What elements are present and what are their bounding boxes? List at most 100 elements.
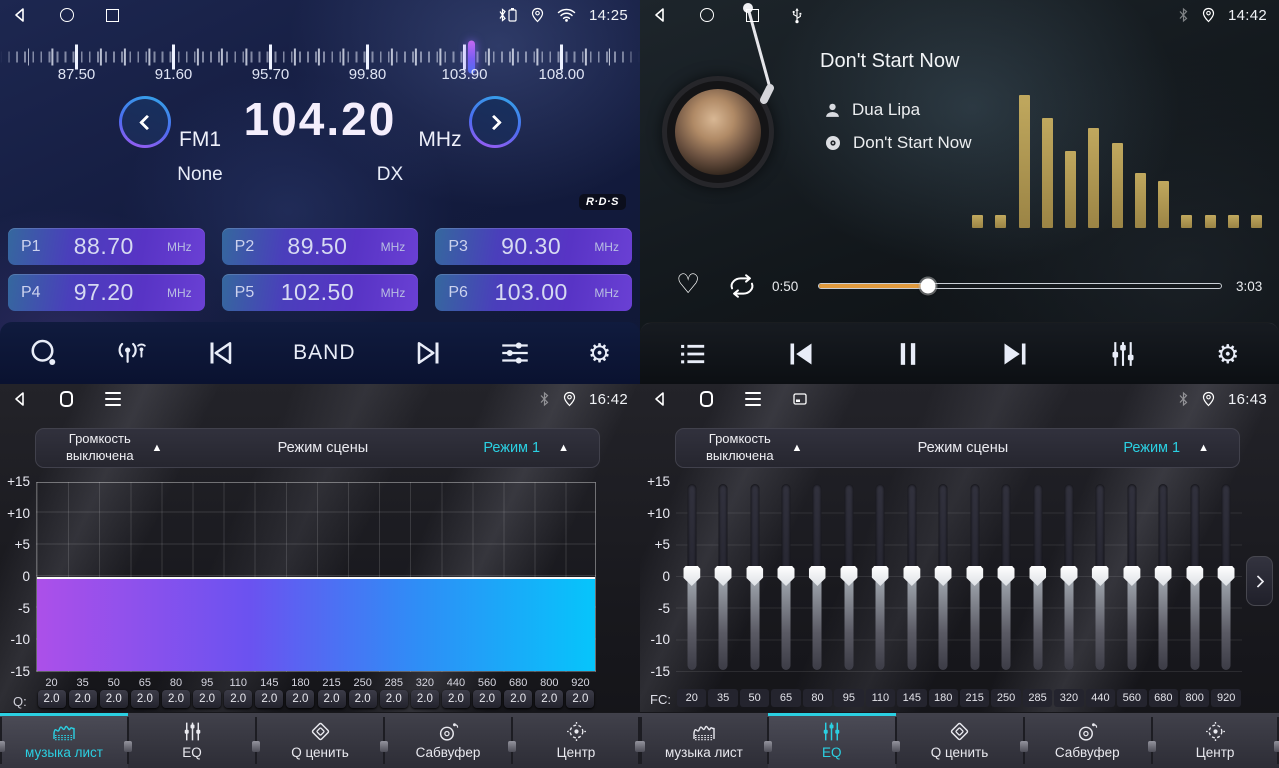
tune-up-button[interactable] [469, 96, 521, 148]
eq-band-slider[interactable] [928, 482, 959, 672]
preset-button[interactable]: P3 90.30 MHz [435, 228, 632, 265]
q-value-button[interactable]: 2.0 [286, 690, 314, 708]
preset-button[interactable]: P5 102.50 MHz [222, 274, 419, 311]
tab-q-value[interactable]: Q ценить [896, 713, 1024, 768]
tab-subwoofer[interactable]: Сабвуфер [1023, 713, 1151, 768]
volume-state-button[interactable]: Громкость выключена ▲ [60, 430, 168, 466]
q-value-button[interactable]: 2.0 [131, 690, 159, 708]
audio-settings-button[interactable] [496, 335, 534, 371]
favorite-button[interactable]: ♡ [670, 268, 706, 301]
eq-band-slider[interactable] [802, 482, 833, 672]
slider-handle[interactable] [998, 566, 1015, 586]
q-value-button[interactable]: 2.0 [566, 690, 594, 708]
eq-band-slider[interactable] [707, 482, 738, 672]
eq-band-slider[interactable] [959, 482, 990, 672]
slider-handle[interactable] [1218, 566, 1235, 586]
q-value-button[interactable]: 2.0 [100, 690, 128, 708]
tab-music-list[interactable]: музыка лист [640, 713, 768, 768]
preset-button[interactable]: P1 88.70 MHz [8, 228, 205, 265]
slider-handle[interactable] [966, 566, 983, 586]
home-button[interactable] [60, 8, 74, 22]
q-value-button[interactable]: 2.0 [411, 690, 439, 708]
slider-handle[interactable] [1123, 566, 1140, 586]
slider-handle[interactable] [935, 566, 952, 586]
home-button[interactable] [60, 391, 73, 407]
recents-button[interactable] [746, 9, 759, 22]
band-button[interactable]: BAND [289, 337, 359, 369]
slider-handle[interactable] [1029, 566, 1046, 586]
tab-center[interactable]: Центр [512, 713, 640, 768]
next-track-button[interactable] [996, 336, 1034, 372]
q-value-button[interactable]: 2.0 [504, 690, 532, 708]
menu-button[interactable] [105, 392, 121, 406]
q-value-button[interactable]: 2.0 [255, 690, 283, 708]
slider-handle[interactable] [903, 566, 920, 586]
preset-button[interactable]: P2 89.50 MHz [222, 228, 419, 265]
slider-handle[interactable] [840, 566, 857, 586]
slider-handle[interactable] [1060, 566, 1077, 586]
tab-subwoofer[interactable]: Сабвуфер [384, 713, 512, 768]
tab-q-value[interactable]: Q ценить [256, 713, 384, 768]
q-value-button[interactable]: 2.0 [442, 690, 470, 708]
scene-select-button[interactable]: Режим 1 ▲ [1117, 439, 1215, 457]
slider-handle[interactable] [715, 566, 732, 586]
repeat-button[interactable] [728, 274, 756, 301]
eq-band-slider[interactable] [896, 482, 927, 672]
eq-band-slider[interactable] [865, 482, 896, 672]
pause-button[interactable] [891, 336, 925, 372]
previous-track-button[interactable] [782, 336, 820, 372]
back-button[interactable] [12, 7, 28, 23]
back-button[interactable] [652, 391, 668, 407]
eq-band-slider[interactable] [1053, 482, 1084, 672]
eq-band-slider[interactable] [1179, 482, 1210, 672]
playlist-button[interactable] [675, 337, 711, 371]
eq-band-slider[interactable] [1116, 482, 1147, 672]
slider-handle[interactable] [1092, 566, 1109, 586]
q-value-button[interactable]: 2.0 [193, 690, 221, 708]
settings-button[interactable]: ⚙ [584, 336, 615, 370]
tab-eq[interactable]: EQ [128, 713, 256, 768]
q-value-button[interactable]: 2.0 [473, 690, 501, 708]
slider-handle[interactable] [683, 566, 700, 586]
q-value-button[interactable]: 2.0 [318, 690, 346, 708]
tab-music-list[interactable]: музыка лист [0, 713, 128, 768]
eq-band-slider[interactable] [739, 482, 770, 672]
progress-thumb[interactable] [920, 279, 935, 294]
slider-handle[interactable] [746, 566, 763, 586]
home-button[interactable] [700, 8, 714, 22]
slider-handle[interactable] [809, 566, 826, 586]
q-value-button[interactable]: 2.0 [349, 690, 377, 708]
tab-center[interactable]: Центр [1151, 713, 1279, 768]
broadcast-button[interactable] [112, 334, 152, 372]
eq-band-slider[interactable] [1085, 482, 1116, 672]
eq-band-slider[interactable] [1022, 482, 1053, 672]
slider-handle[interactable] [1155, 566, 1172, 586]
q-value-button[interactable]: 2.0 [69, 690, 97, 708]
preset-button[interactable]: P6 103.00 MHz [435, 274, 632, 311]
next-bands-button[interactable] [1246, 556, 1273, 606]
back-button[interactable] [652, 7, 668, 23]
tune-down-button[interactable] [119, 96, 171, 148]
equalizer-button[interactable] [1105, 336, 1141, 372]
q-value-button[interactable]: 2.0 [380, 690, 408, 708]
slider-handle[interactable] [1186, 566, 1203, 586]
settings-button[interactable]: ⚙ [1212, 337, 1243, 371]
previous-station-button[interactable] [202, 335, 240, 371]
q-value-button[interactable]: 2.0 [224, 690, 252, 708]
q-value-button[interactable]: 2.0 [535, 690, 563, 708]
preset-button[interactable]: P4 97.20 MHz [8, 274, 205, 311]
eq-band-slider[interactable] [1148, 482, 1179, 672]
eq-band-slider[interactable] [770, 482, 801, 672]
slider-handle[interactable] [872, 566, 889, 586]
eq-band-slider[interactable] [676, 482, 707, 672]
eq-band-slider[interactable] [990, 482, 1021, 672]
home-button[interactable] [700, 391, 713, 407]
eq-band-slider[interactable] [833, 482, 864, 672]
volume-state-button[interactable]: Громкость выключена ▲ [700, 430, 808, 466]
q-value-button[interactable]: 2.0 [38, 690, 66, 708]
progress-bar[interactable] [818, 283, 1222, 289]
back-button[interactable] [12, 391, 28, 407]
eq-band-slider[interactable] [1210, 482, 1241, 672]
tab-eq[interactable]: EQ [768, 713, 896, 768]
slider-handle[interactable] [778, 566, 795, 586]
